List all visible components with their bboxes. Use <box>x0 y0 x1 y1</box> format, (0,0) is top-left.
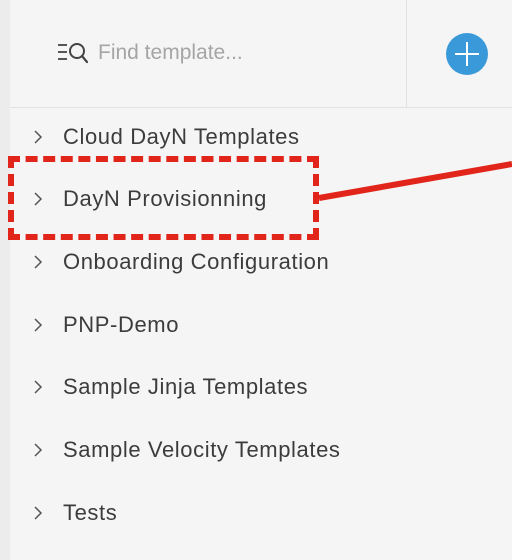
tree-item-label: Cloud DayN Templates <box>63 124 300 149</box>
search-input[interactable] <box>98 36 388 70</box>
tree-item-label: Sample Jinja Templates <box>63 374 309 399</box>
tree-item-onboarding-configuration[interactable]: Onboarding Configuration <box>10 232 512 294</box>
tree-item-dayn-provisionning[interactable]: DayN Provisionning <box>10 169 512 231</box>
left-edge-strip <box>0 0 10 560</box>
search-bar <box>10 0 512 108</box>
filter-search-icon <box>58 43 89 64</box>
tree-item-label: Sample Velocity Templates <box>63 437 341 462</box>
chevron-right-icon <box>34 192 43 206</box>
chevron-right-icon <box>34 443 43 457</box>
tree-item-tests[interactable]: Tests <box>10 483 512 545</box>
template-panel: Cloud DayN Templates DayN Provisionning … <box>10 0 512 560</box>
plus-icon <box>455 42 479 66</box>
tree-item-pnp-demo[interactable]: PNP-Demo <box>10 295 512 357</box>
tree-item-sample-jinja-templates[interactable]: Sample Jinja Templates <box>10 357 512 419</box>
chevron-right-icon <box>34 130 43 144</box>
add-template-button[interactable] <box>446 33 488 75</box>
tree-item-label: Onboarding Configuration <box>63 249 330 274</box>
search-box <box>10 0 407 107</box>
tree-item-sample-velocity-templates[interactable]: Sample Velocity Templates <box>10 420 512 482</box>
tree-item-label: PNP-Demo <box>63 312 180 337</box>
chevron-right-icon <box>34 506 43 520</box>
chevron-right-icon <box>34 380 43 394</box>
chevron-right-icon <box>34 318 43 332</box>
chevron-right-icon <box>34 255 43 269</box>
tree-item-label: Tests <box>63 500 118 525</box>
tree-item-label: DayN Provisionning <box>63 186 267 211</box>
tree-item-cloud-dayn-templates[interactable]: Cloud DayN Templates <box>10 107 512 169</box>
